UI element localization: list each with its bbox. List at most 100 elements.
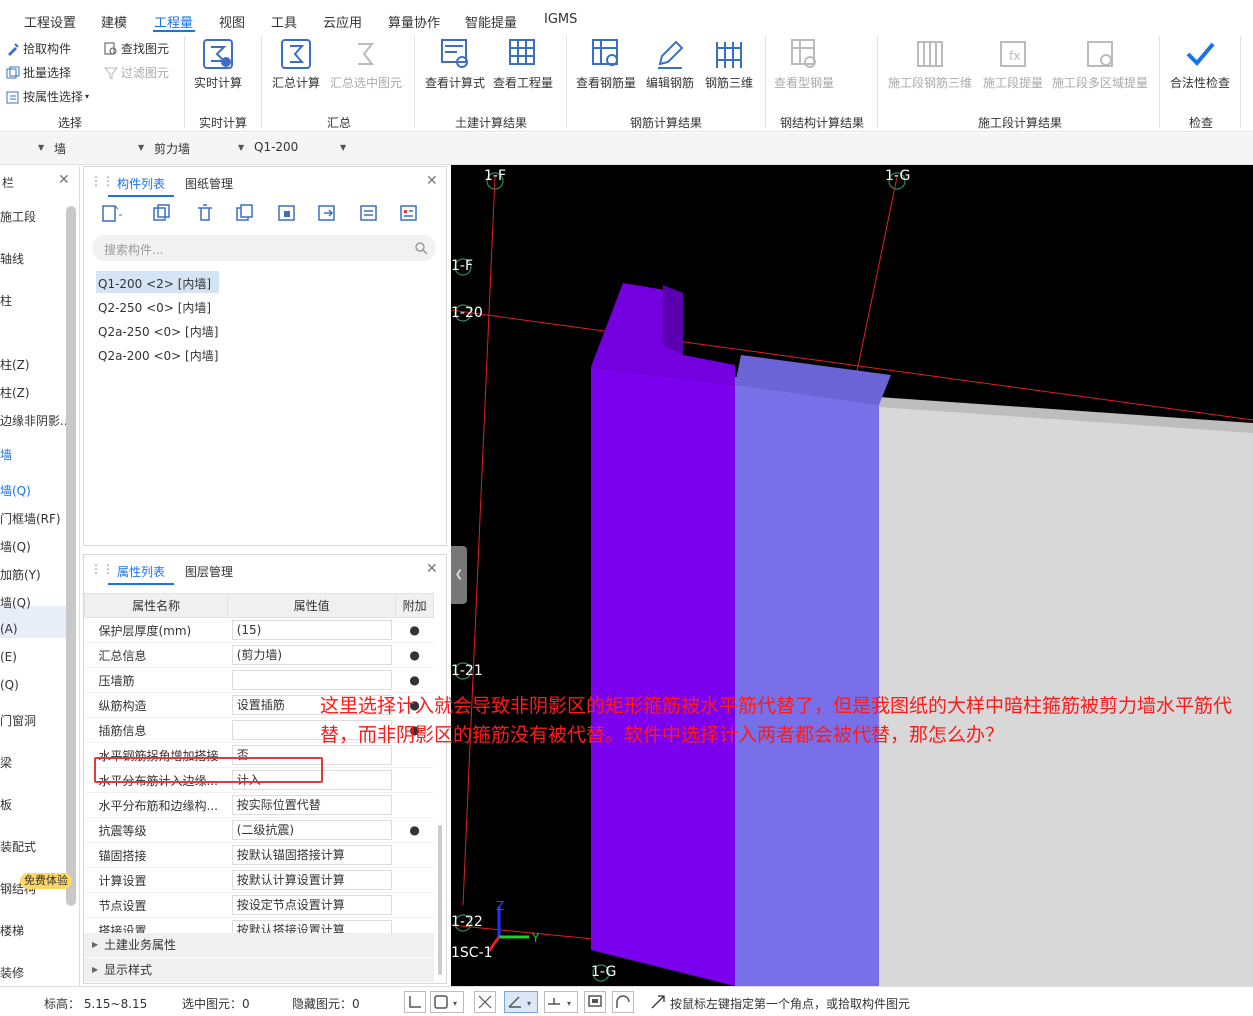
nav-item-slab[interactable]: 板	[0, 796, 12, 813]
property-scrollbar[interactable]	[438, 825, 442, 975]
nav-item-prefab[interactable]: 装配式	[0, 838, 36, 855]
nav-item-beam[interactable]: 梁	[0, 754, 12, 771]
angle-dropdown[interactable]: ▾	[504, 991, 538, 1013]
stage-rebar-3d-button[interactable]: 施工段钢筋三维	[887, 38, 973, 91]
floor-select[interactable]: ▼	[0, 140, 48, 160]
nav-item-decoration[interactable]: 装修	[0, 964, 24, 981]
new-component-icon[interactable]	[100, 203, 124, 223]
extra-radio[interactable]: ●	[395, 617, 434, 643]
layer-copy-icon[interactable]	[276, 203, 298, 223]
attribute-icon[interactable]	[398, 203, 420, 223]
component-item[interactable]: Q2-250 <0> [内墙]	[98, 299, 211, 316]
3d-viewport[interactable]: 1-F 1-G 1-F 1-20 1-21 1-22 1SC-1 1-G Z Y	[451, 165, 1253, 986]
copy-icon[interactable]	[152, 203, 174, 223]
nav-item-wall-q2[interactable]: 墙(Q)	[0, 538, 31, 555]
extra-radio[interactable]: ●	[395, 667, 434, 693]
view-quantity-button[interactable]: 查看工程量	[492, 38, 554, 91]
property-value[interactable]: 按默认计算设置计算	[231, 870, 392, 890]
menu-collab[interactable]: 算量协作	[388, 12, 440, 31]
property-value[interactable]: (剪力墙)	[231, 645, 392, 665]
menu-igms[interactable]: IGMS	[544, 12, 577, 27]
menu-project-settings[interactable]: 工程设置	[24, 12, 76, 31]
property-value[interactable]: (二级抗震)	[231, 820, 392, 840]
close-icon[interactable]: ✕	[426, 173, 438, 189]
property-value[interactable]: 按设定节点设置计算	[231, 895, 392, 915]
nav-item-column[interactable]: 柱	[0, 292, 12, 309]
collapse-panel-handle[interactable]: ❮	[451, 546, 467, 604]
tab-component-list[interactable]: 构件列表	[117, 175, 165, 192]
offset-dropdown[interactable]: ▾	[544, 991, 578, 1013]
pick-component-button[interactable]: 拾取构件	[6, 40, 71, 57]
legality-check-button[interactable]: 合法性检查	[1168, 38, 1232, 91]
view-rebar-button[interactable]: 查看钢筋量	[575, 38, 637, 91]
menu-smart-extract[interactable]: 智能提量	[465, 12, 517, 31]
edit-rebar-button[interactable]: 编辑钢筋	[643, 38, 697, 91]
nav-item-stairs[interactable]: 楼梯	[0, 922, 24, 939]
component-select[interactable]: Q1-200 ▼	[254, 140, 348, 160]
tab-property-list[interactable]: 属性列表	[117, 563, 165, 580]
property-value[interactable]: (15)	[231, 620, 392, 640]
display-toggle[interactable]	[584, 991, 606, 1013]
menu-cloud[interactable]: 云应用	[323, 12, 362, 31]
snap-dropdown[interactable]: ▾	[430, 991, 464, 1013]
menu-tools[interactable]: 工具	[271, 12, 297, 31]
close-icon[interactable]: ✕	[426, 561, 438, 577]
close-icon[interactable]: ✕	[58, 172, 70, 188]
filter-element-button[interactable]: 过滤图元	[104, 64, 169, 81]
nav-item-q[interactable]: (Q)	[0, 678, 19, 692]
nav-item-a[interactable]: (A)	[0, 622, 18, 636]
nav-item-axis[interactable]: 轴线	[0, 250, 24, 267]
arc-toggle[interactable]	[612, 991, 634, 1013]
drag-handle-icon[interactable]: ⋮⋮	[90, 174, 114, 188]
nav-item-column-z2[interactable]: 柱(Z)	[0, 384, 30, 401]
group-civil-business[interactable]: ▶ 土建业务属性	[84, 933, 434, 957]
duplicate-icon[interactable]	[234, 203, 256, 223]
tab-drawing-management[interactable]: 图纸管理	[185, 175, 233, 192]
search-icon[interactable]	[414, 241, 428, 255]
extra-radio[interactable]: ●	[395, 642, 434, 668]
batch-select-button[interactable]: 批量选择	[6, 64, 71, 81]
nav-item-wall-q[interactable]: 墙(Q)	[0, 482, 31, 499]
menu-quantity[interactable]: 工程量	[154, 12, 193, 31]
view-steel-button[interactable]: 查看型钢量	[772, 38, 836, 91]
import-icon[interactable]	[316, 203, 338, 223]
list-icon[interactable]	[358, 203, 380, 223]
stage-extract-button[interactable]: fx 施工段提量	[980, 38, 1046, 91]
nav-item-wall-q3[interactable]: 墙(Q)	[0, 594, 31, 611]
nav-item-wall[interactable]: 墙	[0, 446, 12, 463]
component-item[interactable]: Q2a-200 <0> [内墙]	[98, 347, 218, 364]
group-display-style[interactable]: ▶ 显示样式	[84, 958, 434, 982]
select-by-attribute-button[interactable]: 按属性选择 ▾	[6, 88, 89, 105]
sum-calc-button[interactable]: 汇总计算	[270, 38, 322, 91]
type-select[interactable]: 墙 ▼	[54, 140, 146, 160]
ortho-toggle[interactable]	[404, 991, 426, 1013]
property-value[interactable]: 按实际位置代替	[231, 795, 392, 815]
component-item[interactable]: Q1-200 <2> [内墙]	[98, 275, 211, 292]
search-input[interactable]: 搜索构件...	[92, 235, 436, 261]
extra-radio[interactable]: ●	[395, 817, 434, 843]
view-formula-button[interactable]: 查看计算式	[424, 38, 486, 91]
menu-view[interactable]: 视图	[219, 12, 245, 31]
rebar-3d-button[interactable]: 钢筋三维	[702, 38, 756, 91]
stage-multi-area-button[interactable]: 施工段多区域提量	[1050, 38, 1150, 91]
menu-modeling[interactable]: 建模	[101, 12, 127, 31]
nav-item-column-z[interactable]: 柱(Z)	[0, 356, 30, 373]
nav-scrollbar[interactable]	[66, 206, 76, 906]
cross-toggle[interactable]	[474, 991, 496, 1013]
nav-item-stage[interactable]: 施工段	[0, 208, 36, 225]
drag-handle-icon[interactable]: ⋮⋮	[90, 562, 114, 576]
nav-item-reinforce-y[interactable]: 加筋(Y)	[0, 566, 41, 583]
free-trial-badge[interactable]: 免费体验	[20, 873, 72, 889]
nav-item-door-frame-wall[interactable]: 门框墙(RF)	[0, 510, 61, 527]
delete-icon[interactable]	[194, 203, 216, 223]
nav-item-edge-non-shadow[interactable]: 边缘非阴影...	[0, 412, 71, 429]
subtype-select[interactable]: 剪力墙 ▼	[154, 140, 246, 160]
component-item[interactable]: Q2a-250 <0> [内墙]	[98, 323, 218, 340]
property-value[interactable]	[231, 670, 392, 690]
tab-layer-management[interactable]: 图层管理	[185, 563, 233, 580]
nav-item-door-window[interactable]: 门窗洞	[0, 712, 36, 729]
find-element-button[interactable]: 查找图元	[104, 40, 169, 57]
property-value[interactable]: 按默认锚固搭接计算	[231, 845, 392, 865]
realtime-calc-button[interactable]: 实时计算	[192, 38, 244, 91]
sum-selected-button[interactable]: 汇总选中图元	[328, 38, 404, 91]
